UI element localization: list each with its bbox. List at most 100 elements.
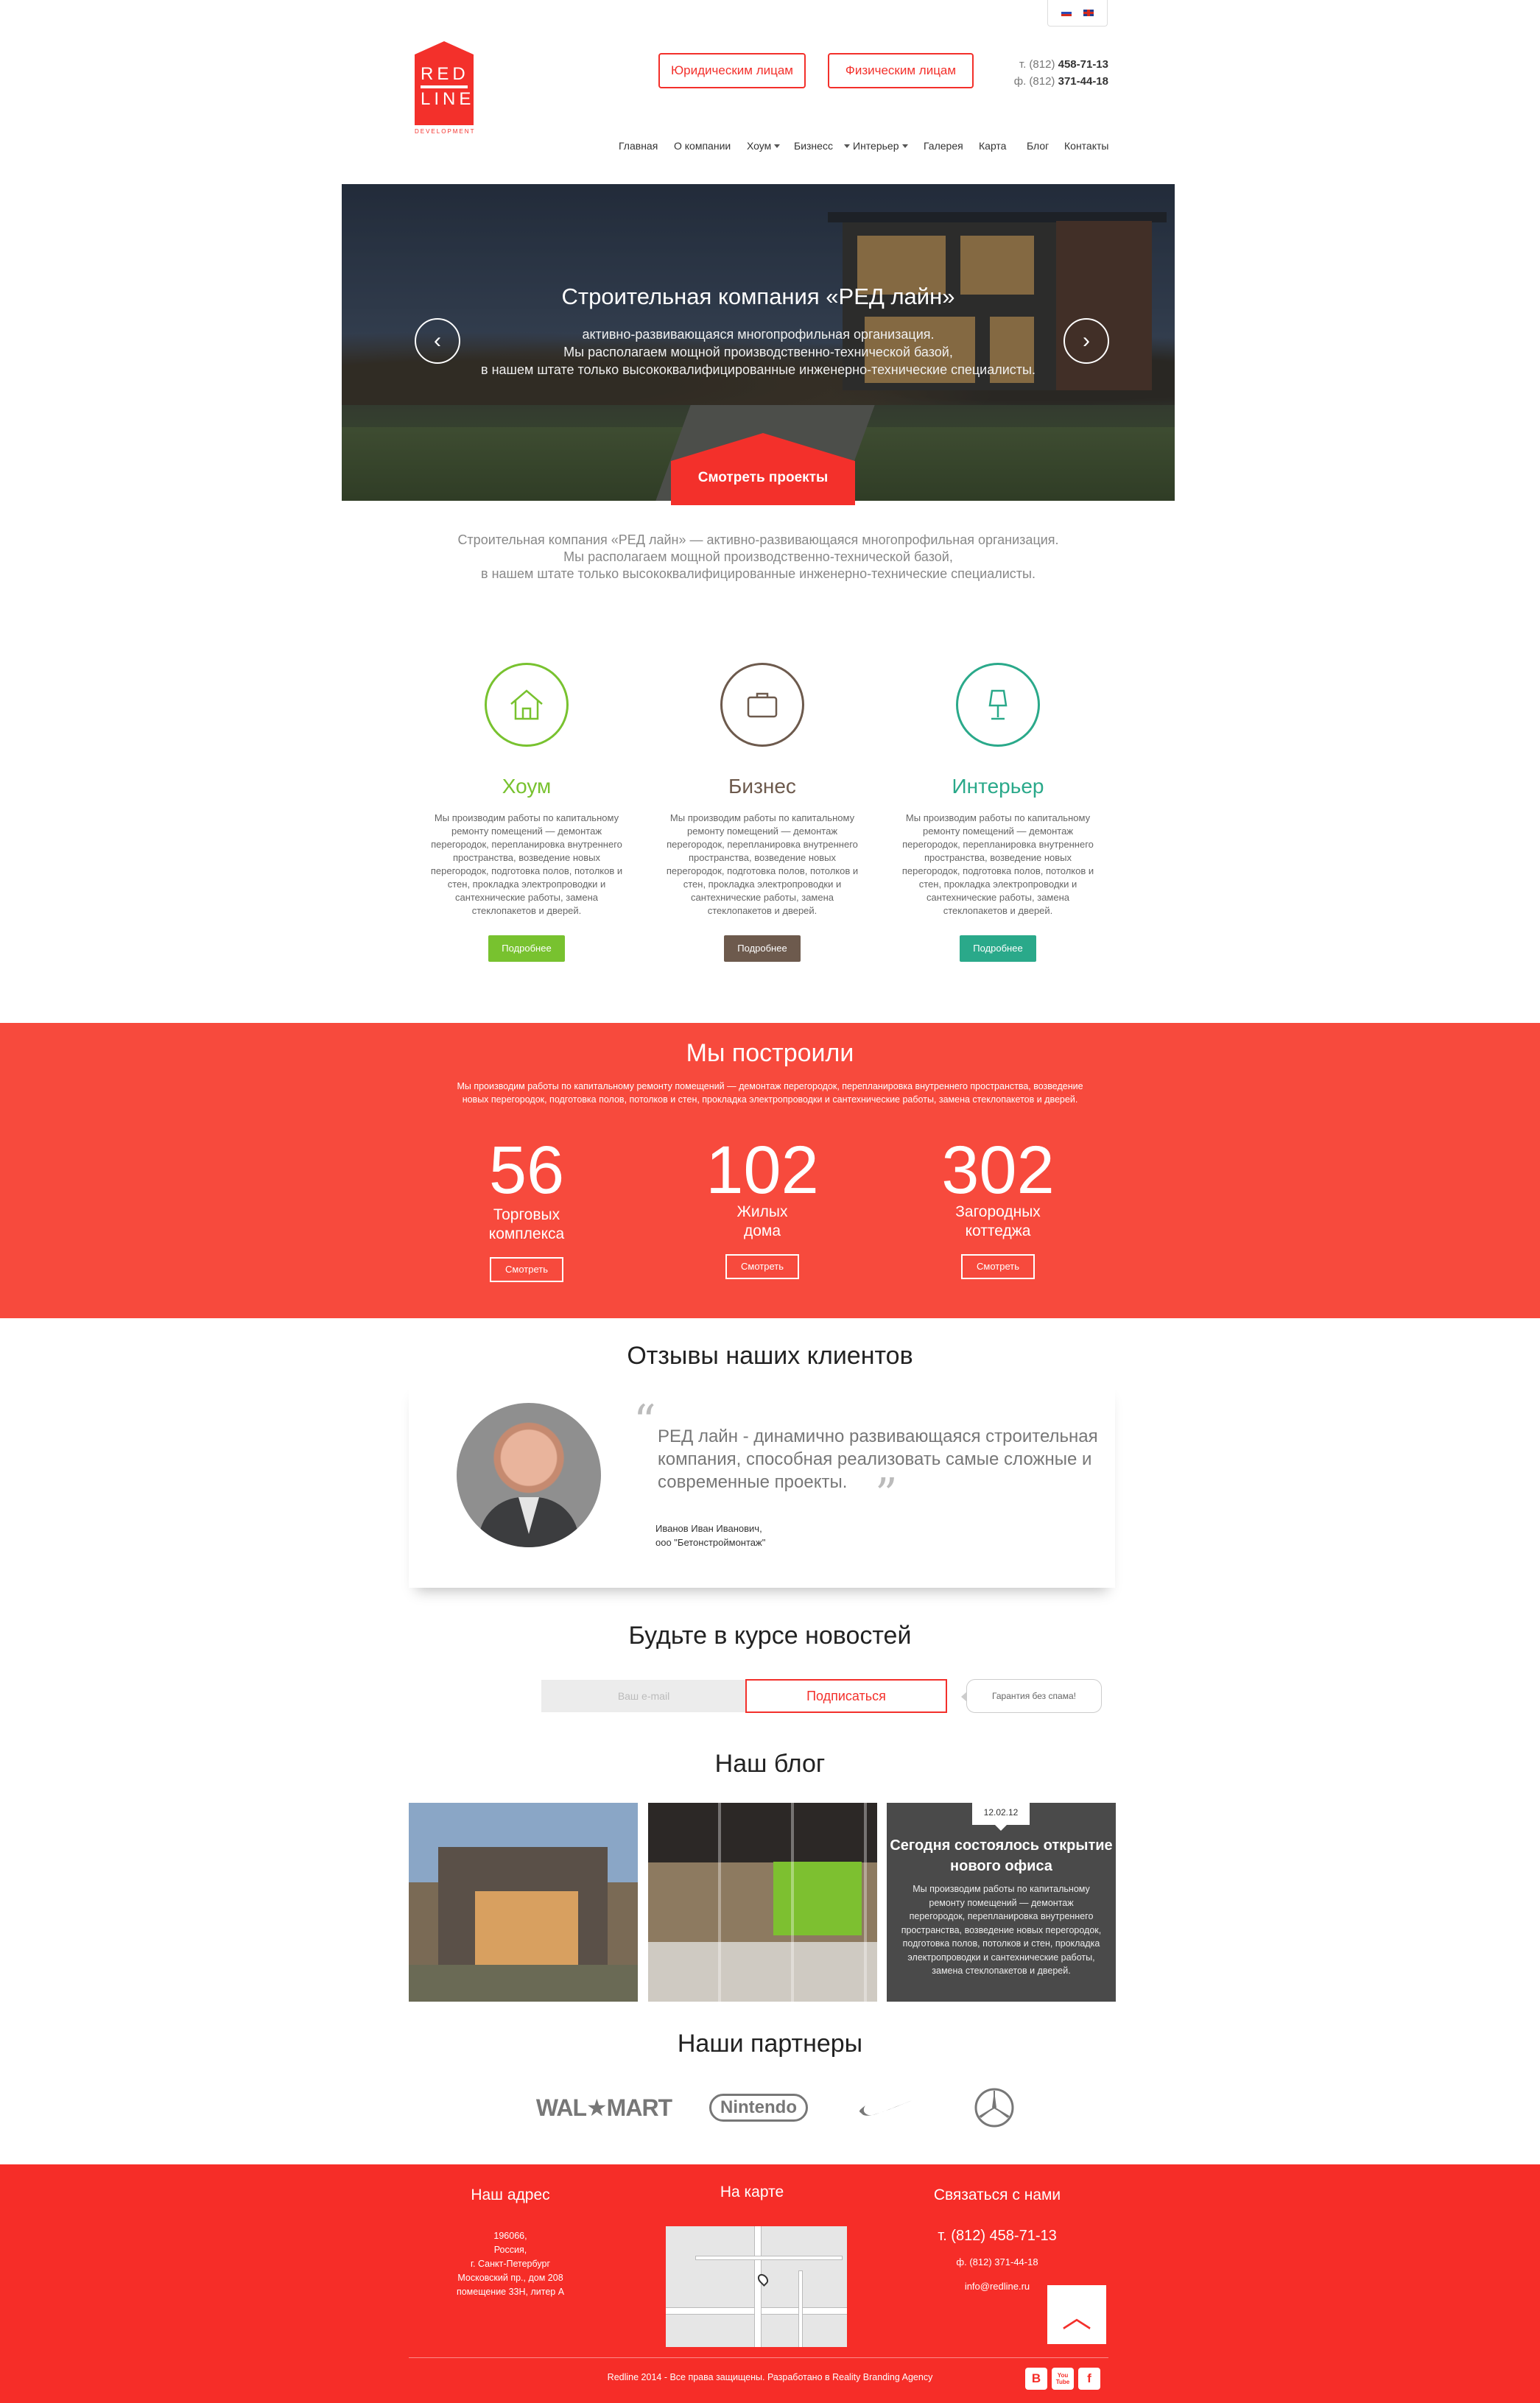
email-input[interactable]: Ваш e-mail bbox=[541, 1680, 746, 1712]
author-company: ооо "Бетонстроймонтаж" bbox=[655, 1537, 766, 1548]
service-business: Бизнес Мы производим работы по капитальн… bbox=[648, 663, 876, 962]
blog-post-featured[interactable]: 12.02.12 Сегодня состоялось открытие нов… bbox=[887, 1803, 1116, 2002]
stat-view-button[interactable]: Смотреть bbox=[961, 1254, 1035, 1279]
footer-fax: ф. (812) 371-44-18 bbox=[956, 2256, 1038, 2267]
stat-view-button[interactable]: Смотреть bbox=[490, 1257, 563, 1282]
stat-label: комплекса bbox=[488, 1225, 565, 1242]
scroll-top-button[interactable]: ︿ bbox=[1047, 2285, 1106, 2344]
blog-title: Наш блог bbox=[714, 1750, 826, 1778]
post-house-window bbox=[475, 1891, 578, 1965]
stat-label: дома bbox=[743, 1222, 781, 1239]
service-more-button[interactable]: Подробнее bbox=[960, 935, 1036, 962]
vk-icon[interactable]: В bbox=[1025, 2368, 1047, 2390]
mercedes-logo[interactable] bbox=[972, 2086, 1016, 2130]
flag-en-icon[interactable] bbox=[1083, 10, 1094, 16]
nav-item-contacts[interactable]: Контакты bbox=[1064, 137, 1108, 155]
legal-entities-button[interactable]: Юридическим лицам bbox=[658, 53, 806, 88]
footer-contacts: Связаться с нами т. (812) 458-71-13 ф. (… bbox=[901, 2186, 1093, 2292]
post-interior-glass bbox=[648, 1803, 877, 2002]
quote-close-icon: ” bbox=[875, 1469, 898, 1521]
logo-line-red: RED bbox=[421, 63, 468, 87]
quote-open-icon: “ bbox=[633, 1396, 656, 1447]
stat-view-button[interactable]: Смотреть bbox=[725, 1254, 799, 1279]
service-title: Бизнес bbox=[728, 775, 796, 798]
service-icon-circle[interactable] bbox=[720, 663, 804, 747]
service-icon-circle[interactable] bbox=[485, 663, 569, 747]
service-text: Мы производим работы по капитальному рем… bbox=[901, 812, 1094, 916]
intro-text: Строительная компания «РЕД лайн» — актив… bbox=[342, 532, 1175, 583]
chevron-down-icon bbox=[774, 144, 781, 148]
address-line: 196066, bbox=[493, 2231, 527, 2241]
blog-post-image[interactable] bbox=[648, 1803, 877, 2002]
author-name: Иванов Иван Иванович, bbox=[655, 1523, 762, 1534]
stat-number: 56 bbox=[488, 1133, 565, 1208]
walmart-logo[interactable]: WAL★MART bbox=[527, 2086, 681, 2130]
flag-ru-icon[interactable] bbox=[1061, 10, 1072, 16]
header-fax: ф. (812) 371-44-18 bbox=[1013, 73, 1108, 90]
service-text: Мы производим работы по капитальному рем… bbox=[666, 812, 859, 916]
subscribe-button[interactable]: Подписаться bbox=[745, 1679, 947, 1713]
address-line: Московский пр., дом 208 bbox=[457, 2273, 563, 2283]
footer-title: Наш адрес bbox=[471, 2186, 550, 2203]
stat-label: коттеджа bbox=[965, 1222, 1031, 1239]
address-line: помещение 33Н, литер А bbox=[456, 2287, 565, 2297]
service-more-button[interactable]: Подробнее bbox=[724, 935, 801, 962]
nav-item-about[interactable]: О компании bbox=[674, 137, 731, 155]
subscribe-title: Будьте в курсе новостей bbox=[628, 1622, 912, 1650]
logo-line-line: LINE bbox=[421, 87, 471, 110]
hero-line: в нашем штате только высококвалифицирова… bbox=[481, 362, 1036, 377]
service-title: Хоум bbox=[502, 775, 552, 798]
service-more-button[interactable]: Подробнее bbox=[488, 935, 565, 962]
service-icon-circle[interactable] bbox=[956, 663, 1040, 747]
slider-prev-button[interactable]: ‹ bbox=[415, 318, 460, 364]
briefcase-icon bbox=[747, 692, 778, 718]
youtube-icon[interactable]: You Tube bbox=[1052, 2368, 1074, 2390]
address-text: 196066, Россия, г. Санкт-Петербург Моско… bbox=[415, 2229, 606, 2299]
footer-title: Связаться с нами bbox=[933, 2186, 1061, 2203]
view-projects-button[interactable]: Смотреть проекты bbox=[671, 433, 855, 505]
hero-subtitle: активно-развивающаяся многопрофильная ор… bbox=[342, 326, 1175, 379]
service-interior: Интерьер Мы производим работы по капитал… bbox=[884, 663, 1112, 962]
map-road bbox=[695, 2256, 843, 2260]
language-switcher bbox=[1047, 0, 1108, 27]
nav-item-interior[interactable]: Интерьер bbox=[841, 137, 911, 155]
hero-line: активно-развивающаяся многопрофильная ор… bbox=[582, 327, 935, 342]
nintendo-logo[interactable]: Nintendo bbox=[703, 2086, 814, 2130]
nav-item-gallery[interactable]: Галерея bbox=[924, 137, 963, 155]
nav-item-home[interactable]: Главная bbox=[619, 137, 658, 155]
individuals-button[interactable]: Физическим лицам bbox=[828, 53, 974, 88]
slider-next-button[interactable]: › bbox=[1063, 318, 1109, 364]
footer-address: Наш адрес 196066, Россия, г. Санкт-Петер… bbox=[415, 2186, 606, 2299]
stat-number: 302 bbox=[941, 1133, 1055, 1208]
fax-prefix: ф. (812) bbox=[1013, 75, 1055, 88]
logo[interactable]: RED LINE DEVELOPMENT bbox=[415, 41, 474, 135]
hero-title: Строительная компания «РЕД лайн» bbox=[561, 284, 955, 309]
nav-item-business[interactable]: Бизнесс bbox=[794, 137, 833, 155]
header-phones: т. (812) 458-71-13 ф. (812) 371-44-18 bbox=[1013, 56, 1108, 90]
address-line: г. Санкт-Петербург bbox=[470, 2259, 550, 2269]
post-excerpt: Мы производим работы по капитальному рем… bbox=[901, 1884, 1102, 1976]
facebook-icon[interactable]: f bbox=[1078, 2368, 1100, 2390]
nav-item-home-line[interactable]: Хоум bbox=[747, 137, 783, 155]
map-road bbox=[754, 2226, 762, 2347]
nav-label: Интерьер bbox=[853, 140, 899, 152]
blog-post-image[interactable] bbox=[409, 1803, 638, 2002]
phone-prefix: т. (812) bbox=[1019, 58, 1055, 71]
cta-label: Смотреть проекты bbox=[671, 461, 855, 505]
section-text: Мы производим работы по капитальному рем… bbox=[457, 1081, 1083, 1105]
chevron-down-icon bbox=[844, 144, 850, 148]
review-author: Иванов Иван Иванович, ооо "Бетонстроймон… bbox=[655, 1521, 765, 1549]
nav-item-blog[interactable]: Блог bbox=[1027, 137, 1049, 155]
footer-map[interactable] bbox=[666, 2226, 847, 2347]
logo-roof bbox=[415, 41, 474, 54]
chevron-right-icon: › bbox=[1083, 328, 1090, 353]
stat-malls: 56 Торговых комплекса Смотреть bbox=[431, 1135, 622, 1282]
logo-box: RED LINE bbox=[415, 54, 474, 125]
nintendo-label: Nintendo bbox=[709, 2094, 808, 2122]
nav-item-map[interactable]: Карта bbox=[979, 137, 1006, 155]
header-phone: т. (812) 458-71-13 bbox=[1013, 56, 1108, 73]
nike-logo[interactable] bbox=[858, 2086, 917, 2130]
stat-number: 102 bbox=[706, 1133, 819, 1208]
stat-label: Загородных bbox=[955, 1203, 1041, 1220]
service-title: Интерьер bbox=[952, 775, 1044, 798]
